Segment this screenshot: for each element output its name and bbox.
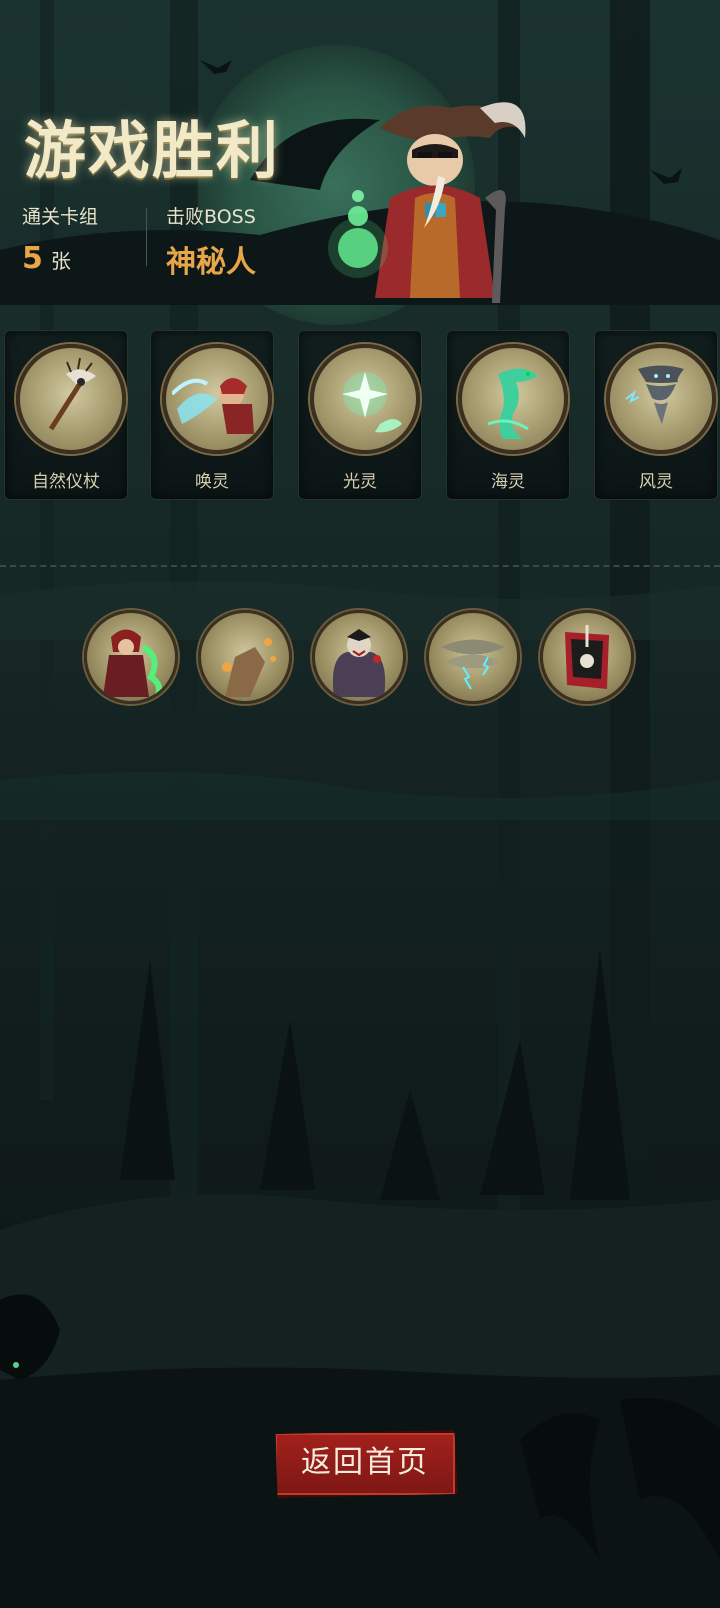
relics-row [0,610,720,710]
card-medal [16,344,126,454]
card-medal [458,344,568,454]
stat-divider [146,208,147,266]
card-wind-spirit[interactable]: 风灵 [594,330,718,500]
staff-icon [48,357,96,431]
victory-title: 游戏胜利 [24,114,281,187]
vampire-icon [332,629,386,697]
deck-value: 5张 [22,241,98,276]
card-label: 海灵 [491,472,525,492]
relic-red-hood-witch[interactable] [84,610,178,704]
deck-label: 通关卡组 [22,206,99,228]
light-spirit-icon [342,372,402,433]
section-divider [0,565,720,567]
boss-stat: 击败BOSS 神秘人 [166,202,256,281]
relic-candle-hand[interactable] [198,610,292,704]
summon-spirit-icon [172,378,254,434]
card-label: 风灵 [639,472,673,492]
return-home-button[interactable]: 返回首页 [275,1430,458,1498]
deck-count: 5 [22,241,43,276]
card-medal [162,344,272,454]
deck-cards-row: 自然仪杖 唤灵 光灵 海灵 风灵 [0,330,720,502]
card-label: 唤灵 [195,472,229,492]
boss-name: 神秘人 [166,245,256,280]
card-medal [310,344,420,454]
card-sea-spirit[interactable]: 海灵 [446,330,570,500]
card-label: 光灵 [343,472,377,492]
card-summon-spirit[interactable]: 唤灵 [150,330,274,500]
card-nature-staff[interactable]: 自然仪杖 [4,330,128,500]
candle-hand-icon [222,638,276,697]
red-hood-witch-icon [103,629,162,697]
deck-unit: 张 [50,249,71,273]
card-medal [606,344,716,454]
relic-skull-banner[interactable] [540,610,634,704]
witch-character-illustration [328,102,526,303]
lightning-storm-icon [441,639,505,690]
boss-label: 击败BOSS [166,206,256,228]
deck-stat: 通关卡组 5张 [22,202,98,276]
relic-lightning-storm[interactable] [426,610,520,704]
skull-banner-icon [565,625,609,689]
sea-spirit-icon [487,368,538,439]
card-label: 自然仪杖 [32,472,100,492]
card-light-spirit[interactable]: 光灵 [298,330,422,500]
wind-spirit-icon [625,365,684,424]
relic-vampire[interactable] [312,610,406,704]
